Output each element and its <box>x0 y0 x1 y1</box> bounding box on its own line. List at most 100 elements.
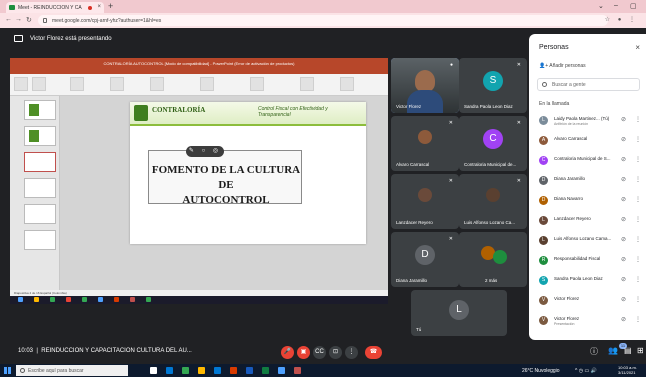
app-icon[interactable] <box>278 367 285 374</box>
close-window-button[interactable]: ▢ <box>630 2 637 10</box>
mic-off-icon[interactable]: ⊘ <box>621 236 626 243</box>
activities-icon[interactable]: ⊞ <box>637 346 644 355</box>
chrome-icon[interactable] <box>182 367 189 374</box>
self-view-tile[interactable]: L Tú <box>411 290 507 336</box>
more-options-icon[interactable]: ⋮ <box>635 256 641 263</box>
people-row[interactable]: D Diana Jaramillo ⊘ ⋮ <box>529 174 646 188</box>
browser-tab[interactable]: Meet - REINDUCCION Y CA × <box>6 2 104 13</box>
system-tray-icons[interactable]: ^ ◷ ▭ 🔊 <box>575 368 597 374</box>
people-name: Laidy Paola Martinez... (Tú) <box>554 116 610 121</box>
people-panel-title: Personas <box>539 44 569 51</box>
url-field[interactable]: meet.google.com/cpj-arnf-yhz?authuser=1&… <box>38 15 608 26</box>
search-icon <box>542 82 547 87</box>
people-avatar: C <box>539 156 548 165</box>
edge-icon[interactable] <box>166 367 173 374</box>
people-row[interactable]: S Sandra Paola Leon Diaz ⊘ ⋮ <box>529 274 646 288</box>
mic-toggle-button[interactable]: 🎤 <box>281 346 294 359</box>
meeting-clock-and-title: 10:03 | REINDUCCION Y CAPACITACION CULTU… <box>18 348 192 354</box>
back-icon[interactable]: ← <box>5 16 12 23</box>
leave-call-button[interactable]: ☎ <box>365 346 382 359</box>
people-name: Diana Jaramillo <box>554 176 586 181</box>
close-icon[interactable]: × <box>635 43 640 52</box>
mic-off-icon[interactable]: ⊘ <box>621 116 626 123</box>
new-tab-button[interactable]: + <box>108 1 113 11</box>
people-row[interactable]: A Alvaro Carrascal ⊘ ⋮ <box>529 134 646 148</box>
reload-icon[interactable]: ↻ <box>26 16 32 24</box>
windows-start-icon[interactable] <box>4 367 11 374</box>
mic-off-icon[interactable]: ⊘ <box>621 276 626 283</box>
slide-thumbnails <box>10 96 60 290</box>
participant-tile[interactable]: ✕ Lanzdacer Reyero <box>391 174 459 229</box>
taskbar-clock[interactable]: 10:03 a.m. 3/11/2021 <box>618 365 637 375</box>
people-avatar: R <box>539 256 548 265</box>
mic-off-icon[interactable]: ⊘ <box>621 256 626 263</box>
more-options-icon[interactable]: ⋮ <box>635 276 641 283</box>
powerpoint-icon[interactable] <box>230 367 237 374</box>
people-icon[interactable]: 👥 <box>608 346 618 355</box>
shared-screen[interactable]: CONTRALORÍA AUTOCONTROL [Modo de compati… <box>10 58 388 304</box>
maximize-button[interactable]: – <box>614 2 618 9</box>
more-options-button[interactable]: ⋮ <box>345 346 358 359</box>
more-options-icon[interactable]: ⋮ <box>635 316 641 323</box>
mic-off-icon[interactable]: ⊘ <box>621 136 626 143</box>
more-options-icon[interactable]: ⋮ <box>635 296 641 303</box>
info-icon[interactable]: ⓘ <box>590 346 598 357</box>
participant-tile[interactable]: D ✕ Diana Jaramillo <box>391 232 459 287</box>
chat-icon[interactable]: ▤ <box>624 346 632 355</box>
task-view-icon[interactable] <box>150 367 157 374</box>
extension-icons[interactable]: ☆ ● ⋮ <box>605 16 638 23</box>
close-tab-icon[interactable]: × <box>97 4 101 10</box>
camera-toggle-button[interactable]: ▣ <box>297 346 310 359</box>
more-participants-tile[interactable]: 2 más <box>459 232 527 287</box>
people-name: Victor Florez <box>554 316 580 321</box>
participant-tile[interactable]: ✕ Alvaro Carrascal <box>391 116 459 171</box>
slide-thumbnail-selected <box>24 152 56 172</box>
people-row[interactable]: R Responsabilidad Fiscal ⊘ ⋮ <box>529 254 646 268</box>
people-name: Sandra Paola Leon Diaz <box>554 276 603 281</box>
more-options-icon[interactable]: ⋮ <box>635 216 641 223</box>
present-now-button[interactable]: ⊡ <box>329 346 342 359</box>
more-options-icon[interactable]: ⋮ <box>635 236 641 243</box>
excel-icon[interactable] <box>262 367 269 374</box>
file-explorer-icon[interactable] <box>198 367 205 374</box>
people-row[interactable]: V Victor Florez ⊘ ⋮ <box>529 294 646 308</box>
mic-off-icon[interactable]: ⊘ <box>621 176 626 183</box>
participant-tile[interactable]: ✕ Luis Alfonso Lozano Ca... <box>459 174 527 229</box>
participant-tile[interactable]: ● Victor Florez <box>391 58 459 113</box>
mic-off-icon[interactable]: ⊘ <box>621 296 626 303</box>
captions-button[interactable]: CC <box>313 346 326 359</box>
taskbar-search-input[interactable]: Escribe aquí para buscar <box>16 365 128 376</box>
more-options-icon[interactable]: ⋮ <box>635 136 641 143</box>
slide-title-box: FOMENTO DE LA CULTURA DE AUTOCONTROL <box>148 150 302 206</box>
app-icon[interactable] <box>294 367 301 374</box>
people-row[interactable]: L Lanzdacer Reyero ⊘ ⋮ <box>529 214 646 228</box>
people-row[interactable]: D Diana Navarro ⊘ ⋮ <box>529 194 646 208</box>
mic-off-icon[interactable]: ⊘ <box>621 156 626 163</box>
participant-tile[interactable]: S ✕ Sandra Paola Leon Diaz <box>459 58 527 113</box>
more-options-icon[interactable]: ⋮ <box>635 116 641 123</box>
mic-off-icon[interactable]: ⊘ <box>621 316 626 323</box>
mic-off-icon[interactable]: ⊘ <box>621 196 626 203</box>
people-search-input[interactable]: Buscar a gente <box>537 78 640 91</box>
participant-photo <box>486 188 500 202</box>
people-row[interactable]: L Luis Alfonso Lozano Cama... ⊘ ⋮ <box>529 234 646 248</box>
weather-widget[interactable]: 26°C Nuvoleggio <box>522 368 560 374</box>
current-slide: CONTRALORÍA Control Fiscal con Efectivid… <box>130 102 366 244</box>
forward-icon[interactable]: → <box>15 16 22 23</box>
add-people-button[interactable]: 👤+ Añadir personas <box>539 63 586 69</box>
people-row[interactable]: L Laidy Paola Martinez... (Tú) Anfitrión d… <box>529 114 646 128</box>
people-row[interactable]: V Victor Florez Presentación ⊘ ⋮ <box>529 314 646 328</box>
mic-off-icon[interactable]: ⊘ <box>621 216 626 223</box>
word-icon[interactable] <box>246 367 253 374</box>
people-row[interactable]: C Contraloria Municipal de S... ⊘ ⋮ <box>529 154 646 168</box>
more-options-icon[interactable]: ⋮ <box>635 196 641 203</box>
minimize-button[interactable]: ⌄ <box>598 2 604 10</box>
presenting-text: Victor Florez está presentando <box>30 36 112 42</box>
slide-thumbnail <box>24 178 56 198</box>
floating-toolbar[interactable]: ✎ ○ ◎ <box>186 146 224 157</box>
more-options-icon[interactable]: ⋮ <box>635 156 641 163</box>
mail-icon[interactable] <box>214 367 221 374</box>
participant-tile[interactable]: C ✕ Contraloria Municipal de... <box>459 116 527 171</box>
powerpoint-ribbon <box>10 74 388 96</box>
more-options-icon[interactable]: ⋮ <box>635 176 641 183</box>
